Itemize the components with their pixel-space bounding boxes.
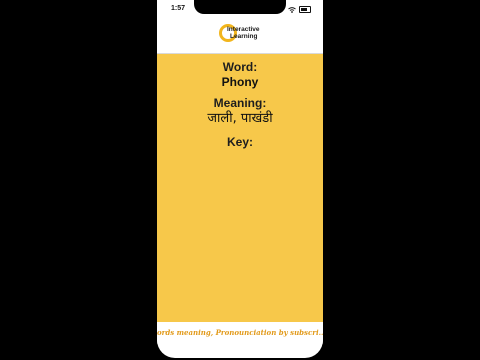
key-label: Key: bbox=[226, 135, 253, 149]
wifi-icon bbox=[288, 6, 296, 13]
bottom-ticker: ords meaning, Pronounciation by subscri.… bbox=[157, 322, 323, 344]
word-label: Word: bbox=[222, 60, 258, 74]
ticker-text: ords meaning, Pronounciation by subscri.… bbox=[157, 328, 323, 337]
word-card: Word: Phony Meaning: जाली, पाखंडी Key: bbox=[157, 54, 323, 322]
device-notch bbox=[194, 0, 286, 14]
word-value: Phony bbox=[221, 75, 259, 89]
status-icons bbox=[288, 6, 311, 13]
battery-icon bbox=[299, 6, 311, 13]
logo-line-2: Learning bbox=[230, 33, 258, 40]
meaning-value: जाली, पाखंडी bbox=[207, 111, 273, 126]
app-header: Interactive Learning bbox=[157, 17, 323, 54]
status-time: 1:57 bbox=[171, 5, 186, 12]
phone-screen: 1:57 Interactive Learning Word: Phony Me… bbox=[157, 0, 323, 358]
interactive-learning-logo: Interactive Learning bbox=[219, 23, 265, 47]
meaning-label: Meaning: bbox=[213, 96, 267, 110]
logo-line-1: Interactive bbox=[227, 26, 260, 33]
logo-text: Interactive Learning bbox=[227, 26, 260, 40]
